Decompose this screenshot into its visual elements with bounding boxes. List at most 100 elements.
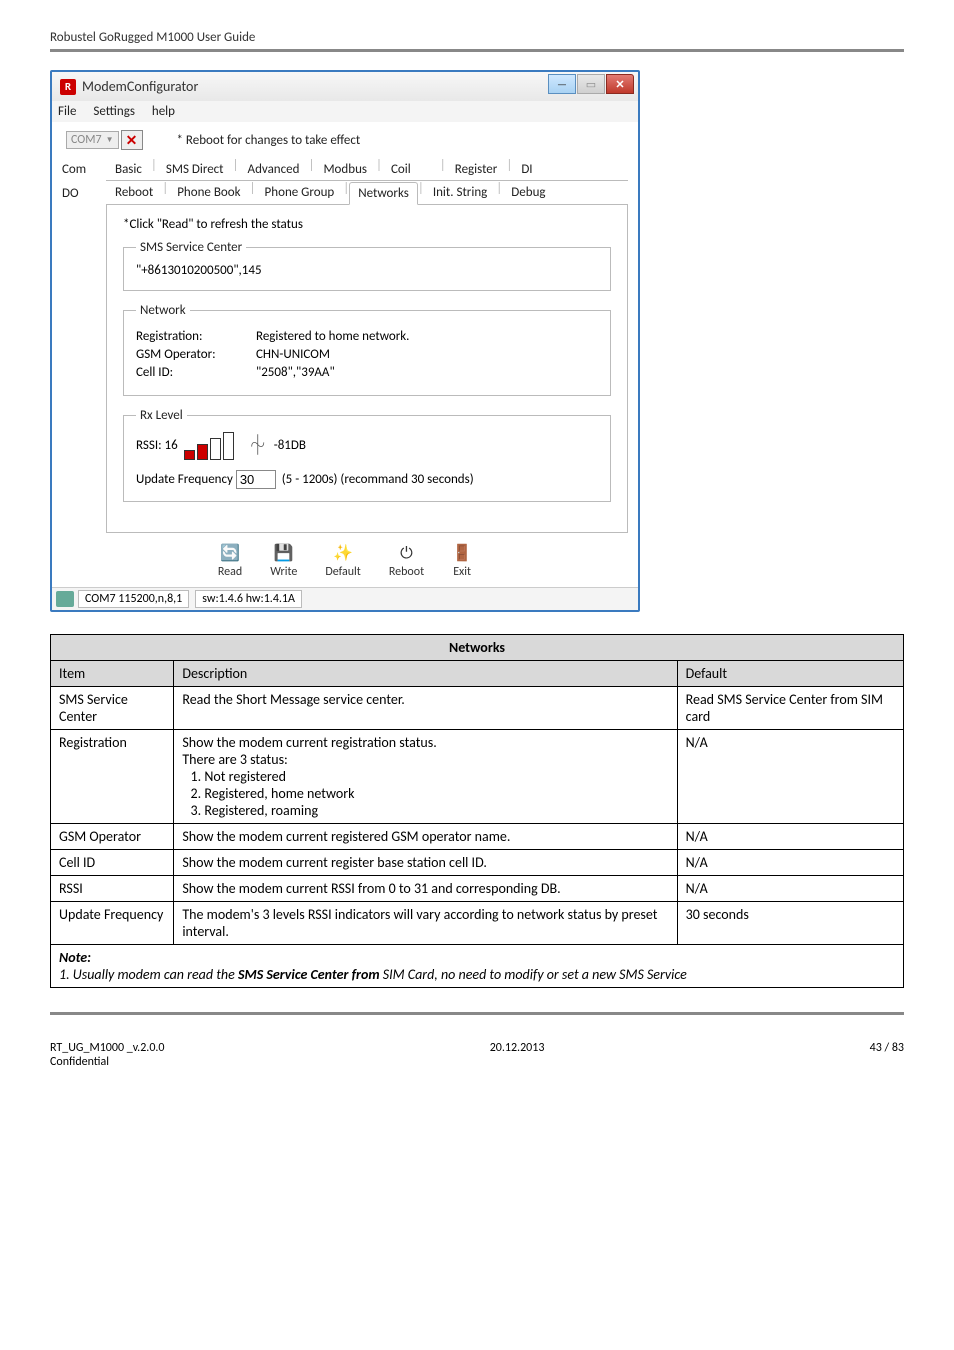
action-buttons: 🔄Read 💾Write ✨Default ⏻Reboot 🚪Exit bbox=[52, 533, 638, 587]
write-button[interactable]: 💾Write bbox=[270, 543, 297, 579]
legend-rx-level: Rx Level bbox=[136, 408, 187, 423]
note-cell: Note: 1. Usually modem can read the SMS … bbox=[51, 945, 904, 988]
row-freq-desc: The modem's 3 levels RSSI indicators wil… bbox=[174, 902, 677, 945]
tab-strip-top: Basic| SMS Direct| Advanced| Modbus| Coi… bbox=[106, 158, 628, 181]
exit-icon: 🚪 bbox=[452, 543, 472, 563]
reboot-button[interactable]: ⏻Reboot bbox=[389, 543, 424, 579]
rssi-db: -81DB bbox=[274, 438, 306, 453]
app-icon: R bbox=[60, 79, 76, 95]
save-icon: 💾 bbox=[274, 543, 294, 563]
tab-debug[interactable]: Debug bbox=[502, 181, 554, 204]
header-divider bbox=[50, 49, 904, 52]
update-frequency-label: Update Frequency bbox=[136, 472, 233, 487]
tab-basic[interactable]: Basic bbox=[106, 158, 151, 180]
footer-date: 20.12.2013 bbox=[490, 1041, 545, 1069]
row-gsm-def: N/A bbox=[677, 824, 903, 850]
group-rx-level: Rx Level RSSI: 16 ⏆ -81DB Update Frequen… bbox=[123, 408, 611, 502]
table-title: Networks bbox=[51, 635, 904, 661]
maximize-button[interactable]: ▭ bbox=[577, 74, 605, 94]
toolbar: COM7▼ ✕ * Reboot for changes to take eff… bbox=[52, 122, 638, 154]
page-header: Robustel GoRugged M1000 User Guide bbox=[50, 30, 904, 45]
tab-register[interactable]: Register bbox=[446, 158, 507, 180]
refresh-note: *Click "Read" to refresh the status bbox=[123, 217, 611, 232]
group-network: Network Registration:Registered to home … bbox=[123, 303, 611, 396]
window-controls: — ▭ ✕ bbox=[547, 74, 634, 94]
legend-sms-center: SMS Service Center bbox=[136, 240, 246, 255]
tab-reboot[interactable]: Reboot bbox=[106, 181, 162, 204]
titlebar: R ModemConfigurator — ▭ ✕ bbox=[52, 72, 638, 101]
menubar: File Settings help bbox=[52, 101, 638, 122]
tab-init-string[interactable]: Init. String bbox=[424, 181, 496, 204]
wand-icon: ✨ bbox=[333, 543, 353, 563]
left-label-do: DO bbox=[62, 182, 106, 205]
status-port: COM7 115200,n,8,1 bbox=[78, 590, 189, 608]
left-label-com: Com bbox=[62, 158, 106, 181]
col-default: Default bbox=[677, 661, 903, 687]
page-footer: RT_UG_M1000 _v.2.0.0 Confidential 20.12.… bbox=[50, 1041, 904, 1069]
status-version: sw:1.4.6 hw:1.4.1A bbox=[195, 590, 302, 608]
tab-strip-bottom: Reboot| Phone Book| Phone Group| Network… bbox=[106, 181, 628, 205]
value-registration: Registered to home network. bbox=[256, 329, 409, 344]
row-sms-center-desc: Read the Short Message service center. bbox=[174, 687, 677, 730]
row-rssi-item: RSSI bbox=[51, 876, 174, 902]
tab-modbus[interactable]: Modbus bbox=[314, 158, 376, 180]
label-registration: Registration: bbox=[136, 329, 256, 344]
tab-body-networks: *Click "Read" to refresh the status SMS … bbox=[106, 205, 628, 533]
refresh-icon: 🔄 bbox=[220, 543, 240, 563]
row-registration-def: N/A bbox=[677, 730, 903, 824]
window-title: ModemConfigurator bbox=[82, 78, 198, 95]
exit-button[interactable]: 🚪Exit bbox=[452, 543, 472, 579]
chevron-down-icon: ▼ bbox=[106, 135, 114, 145]
row-rssi-desc: Show the modem current RSSI from 0 to 31… bbox=[174, 876, 677, 902]
col-description: Description bbox=[174, 661, 677, 687]
signal-bars-icon bbox=[184, 432, 236, 460]
footer-confidential: Confidential bbox=[50, 1055, 165, 1069]
tab-advanced[interactable]: Advanced bbox=[239, 158, 309, 180]
row-gsm-item: GSM Operator bbox=[51, 824, 174, 850]
default-button[interactable]: ✨Default bbox=[325, 543, 361, 579]
row-registration-item: Registration bbox=[51, 730, 174, 824]
tab-coil[interactable]: Coil bbox=[382, 158, 420, 180]
tab-area: Com Basic| SMS Direct| Advanced| Modbus|… bbox=[52, 154, 638, 533]
antenna-icon: ⏆ bbox=[248, 429, 268, 458]
row-rssi-def: N/A bbox=[677, 876, 903, 902]
tab-phone-book[interactable]: Phone Book bbox=[168, 181, 249, 204]
col-item: Item bbox=[51, 661, 174, 687]
read-button[interactable]: 🔄Read bbox=[218, 543, 242, 579]
menu-help[interactable]: help bbox=[152, 104, 175, 119]
row-freq-item: Update Frequency bbox=[51, 902, 174, 945]
row-sms-center-item: SMS Service Center bbox=[51, 687, 174, 730]
group-sms-service-center: SMS Service Center "+8613010200500",145 bbox=[123, 240, 611, 291]
row-freq-def: 30 seconds bbox=[677, 902, 903, 945]
disconnect-button[interactable]: ✕ bbox=[121, 130, 143, 150]
value-cell-id: "2508","39AA" bbox=[256, 365, 335, 380]
reboot-note: * Reboot for changes to take effect bbox=[177, 133, 361, 148]
menu-file[interactable]: File bbox=[58, 104, 76, 119]
close-button[interactable]: ✕ bbox=[606, 74, 634, 94]
row-sms-center-def: Read SMS Service Center from SIM card bbox=[677, 687, 903, 730]
footer-divider bbox=[50, 1012, 904, 1015]
tab-phone-group[interactable]: Phone Group bbox=[256, 181, 344, 204]
app-window: R ModemConfigurator — ▭ ✕ File Settings … bbox=[50, 70, 640, 612]
row-registration-desc: Show the modem current registration stat… bbox=[174, 730, 677, 824]
update-frequency-hint: (5 - 1200s) (recommand 30 seconds) bbox=[282, 472, 474, 487]
rssi-label: RSSI: 16 bbox=[136, 438, 178, 453]
power-icon: ⏻ bbox=[396, 543, 416, 563]
statusbar: COM7 115200,n,8,1 sw:1.4.6 hw:1.4.1A bbox=[52, 587, 638, 610]
menu-settings[interactable]: Settings bbox=[93, 104, 135, 119]
tab-networks[interactable]: Networks bbox=[349, 182, 418, 205]
label-cell-id: Cell ID: bbox=[136, 365, 256, 380]
note-label: Note: bbox=[59, 949, 895, 966]
tab-di[interactable]: DI bbox=[512, 158, 541, 180]
row-gsm-desc: Show the modem current registered GSM op… bbox=[174, 824, 677, 850]
networks-table: Networks Item Description Default SMS Se… bbox=[50, 634, 904, 988]
com-port-select[interactable]: COM7▼ bbox=[66, 131, 119, 149]
label-gsm-operator: GSM Operator: bbox=[136, 347, 256, 362]
row-cell-desc: Show the modem current register base sta… bbox=[174, 850, 677, 876]
update-frequency-input[interactable] bbox=[236, 470, 276, 489]
row-cell-item: Cell ID bbox=[51, 850, 174, 876]
sms-center-value: "+8613010200500",145 bbox=[136, 263, 598, 278]
tab-sms-direct[interactable]: SMS Direct bbox=[157, 158, 233, 180]
footer-doc-id: RT_UG_M1000 _v.2.0.0 bbox=[50, 1041, 165, 1055]
minimize-button[interactable]: — bbox=[548, 74, 576, 94]
